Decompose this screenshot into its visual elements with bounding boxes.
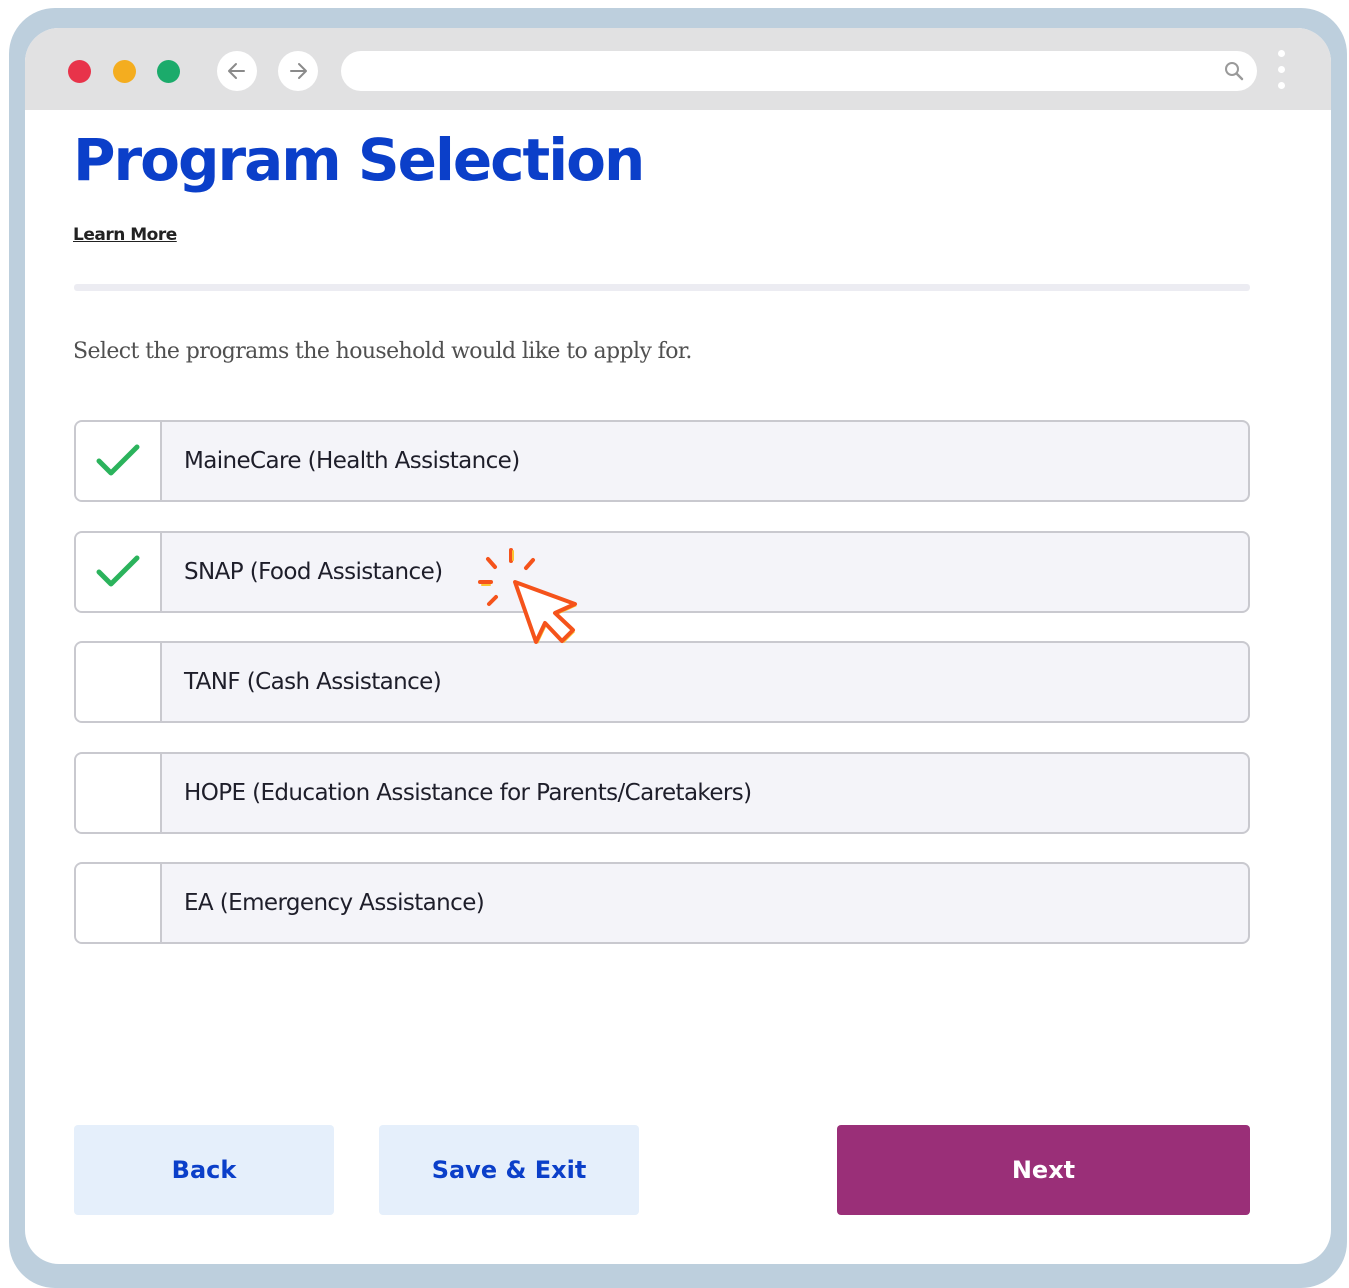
browser-toolbar bbox=[25, 28, 1331, 110]
program-option-tanf[interactable]: TANF (Cash Assistance) bbox=[74, 641, 1250, 723]
program-label: TANF (Cash Assistance) bbox=[184, 669, 442, 695]
back-button[interactable]: Back bbox=[74, 1125, 334, 1215]
save-and-exit-button[interactable]: Save & Exit bbox=[379, 1125, 639, 1215]
browser-window: Program Selection Learn More Select the … bbox=[25, 28, 1331, 1264]
program-checkbox[interactable] bbox=[76, 422, 162, 500]
program-options-list: MaineCare (Health Assistance) SNAP (Food… bbox=[74, 420, 1250, 973]
page-title: Program Selection bbox=[73, 126, 645, 194]
program-label: SNAP (Food Assistance) bbox=[184, 558, 443, 585]
arrow-right-icon bbox=[290, 63, 307, 79]
learn-more-link[interactable]: Learn More bbox=[73, 225, 177, 245]
program-label: MaineCare (Health Assistance) bbox=[184, 448, 520, 474]
maximize-window-dot[interactable] bbox=[157, 60, 180, 83]
program-label: HOPE (Education Assistance for Parents/C… bbox=[184, 779, 752, 806]
close-window-dot[interactable] bbox=[68, 60, 91, 83]
click-cursor-icon bbox=[478, 548, 577, 644]
divider bbox=[74, 284, 1250, 291]
address-bar[interactable] bbox=[341, 51, 1257, 91]
browser-back-button[interactable] bbox=[217, 51, 257, 91]
program-option-snap[interactable]: SNAP (Food Assistance) bbox=[74, 530, 1250, 613]
checkmark-icon bbox=[96, 555, 140, 586]
next-button[interactable]: Next bbox=[837, 1125, 1250, 1215]
program-checkbox[interactable] bbox=[76, 753, 162, 832]
browser-forward-button[interactable] bbox=[278, 51, 318, 91]
instructions-text: Select the programs the household would … bbox=[73, 339, 692, 364]
program-checkbox[interactable] bbox=[76, 643, 162, 721]
program-label: EA (Emergency Assistance) bbox=[184, 890, 485, 916]
program-checkbox[interactable] bbox=[76, 532, 162, 611]
search-icon[interactable] bbox=[1223, 60, 1245, 82]
arrow-left-icon bbox=[228, 63, 245, 79]
kebab-menu-icon[interactable] bbox=[1275, 50, 1287, 94]
program-option-hope[interactable]: HOPE (Education Assistance for Parents/C… bbox=[74, 751, 1250, 834]
program-option-mainecare[interactable]: MaineCare (Health Assistance) bbox=[74, 420, 1250, 502]
checkmark-icon bbox=[96, 444, 140, 476]
program-checkbox[interactable] bbox=[76, 864, 162, 942]
program-option-ea[interactable]: EA (Emergency Assistance) bbox=[74, 862, 1250, 944]
minimize-window-dot[interactable] bbox=[113, 60, 136, 83]
